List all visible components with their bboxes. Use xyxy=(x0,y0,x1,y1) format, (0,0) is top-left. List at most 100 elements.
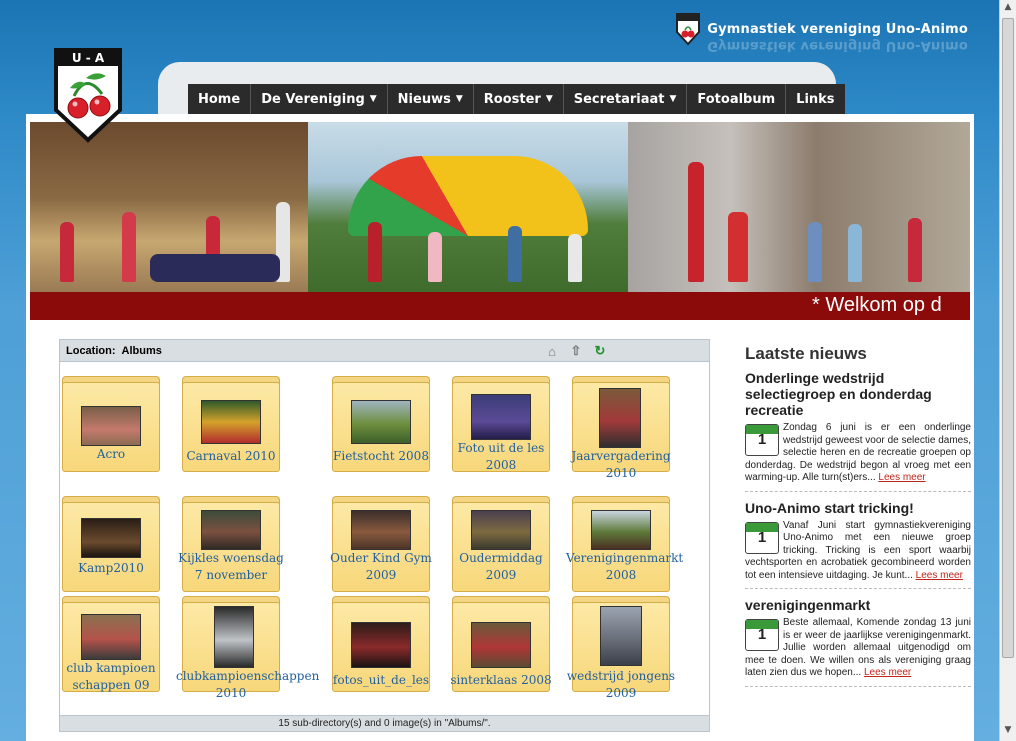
folder-club-kampioen-schappen-09[interactable]: club kampioen schappen 09 xyxy=(62,596,160,692)
folder-label: Acro xyxy=(96,447,126,461)
folder-jaarvergadering-2010[interactable]: Jaarvergadering 2010 xyxy=(571,376,671,480)
folder-wedstrijd-jongens-2009[interactable]: wedstrijd jongens 2009 xyxy=(567,596,675,700)
folder-clubkampioenschappen-2010[interactable]: clubkampioenschappen 2010 xyxy=(176,596,319,700)
folder-label: sinterklaas 2008 xyxy=(450,673,552,687)
folder-thumbnail xyxy=(351,622,411,668)
nav-rooster[interactable]: Rooster ▼ xyxy=(474,84,564,114)
read-more-link[interactable]: Lees meer xyxy=(864,667,911,678)
banner-photo-acro xyxy=(628,122,970,292)
folder-sinterklaas-2008[interactable]: sinterklaas 2008 xyxy=(450,596,552,692)
folder-label: Carnaval 2010 xyxy=(186,449,276,463)
folder-thumbnail xyxy=(351,400,411,444)
folder-verenigingenmarkt-2008[interactable]: Verenigingenmarkt 2008 xyxy=(566,496,683,592)
chevron-down-icon: ▼ xyxy=(369,94,377,104)
news-heading: Laatste nieuws xyxy=(745,344,867,363)
folder-thumbnail xyxy=(471,394,531,440)
folder-label: wedstrijd jongens 2009 xyxy=(566,669,676,700)
folder-thumbnail xyxy=(600,606,642,666)
location-bar: Location: Albums ⌂ ⇧ ↻ xyxy=(60,340,709,362)
folder-fotos-uit-de-les[interactable]: fotos_uit_de_les xyxy=(332,596,430,692)
folder-thumbnail xyxy=(214,606,254,668)
folder-kijkles-woensdag[interactable]: Kijkles woensdag 7 november xyxy=(178,496,284,592)
folder-thumbnail xyxy=(591,510,651,550)
folder-fietstocht-2008[interactable]: Fietstocht 2008 xyxy=(332,376,430,472)
folder-label: Foto uit de les 2008 xyxy=(457,441,545,472)
scroll-up-icon[interactable]: ▲ xyxy=(1002,2,1014,16)
nav-links[interactable]: Links xyxy=(786,84,844,114)
location-value: Albums xyxy=(121,344,162,357)
site-title: Gymnastiek vereniging Uno-Animo xyxy=(707,21,968,37)
folder-ouder-kind-gym-2009[interactable]: Ouder Kind Gym 2009 xyxy=(330,496,432,592)
main-nav: Home De Vereniging ▼ Nieuws ▼ Rooster ▼ Sec… xyxy=(188,84,845,114)
folder-foto-uit-de-les-2008[interactable]: Foto uit de les 2008 xyxy=(452,376,550,472)
folder-label: Verenigingenmarkt 2008 xyxy=(566,551,684,582)
news-item: verenigingenmarkt 1 Beste allemaal, Kome… xyxy=(745,597,971,687)
chevron-down-icon: ▼ xyxy=(669,94,677,104)
nav-fotoalbum-label: Fotoalbum xyxy=(697,91,776,107)
folder-kamp2010[interactable]: Kamp2010 xyxy=(62,496,160,592)
nav-nieuws-label: Nieuws xyxy=(397,91,451,107)
folder-thumbnail xyxy=(201,400,261,444)
folder-thumbnail xyxy=(599,388,641,448)
folder-label: Kamp2010 xyxy=(78,561,144,575)
nav-fotoalbum[interactable]: Fotoalbum xyxy=(687,84,787,114)
home-icon[interactable]: ⌂ xyxy=(544,343,560,359)
nav-secretariaat[interactable]: Secretariaat ▼ xyxy=(564,84,688,114)
nav-nieuws[interactable]: Nieuws ▼ xyxy=(388,84,474,114)
news-title[interactable]: Uno-Animo start tricking! xyxy=(745,500,971,516)
folder-thumbnail xyxy=(81,518,141,558)
news-ticker: * Welkom op d xyxy=(30,292,970,320)
read-more-link[interactable]: Lees meer xyxy=(878,472,925,483)
folder-thumbnail xyxy=(471,622,531,668)
news-title[interactable]: Onderlinge wedstrijd selectiegroep en do… xyxy=(745,370,971,418)
nav-home[interactable]: Home xyxy=(188,84,252,114)
folder-thumbnail xyxy=(471,510,531,550)
club-shield-icon xyxy=(676,13,701,46)
scroll-thumb[interactable] xyxy=(1002,18,1014,658)
banner-photo-gym xyxy=(30,122,308,292)
logo-text: U - A xyxy=(72,51,105,65)
up-folder-icon[interactable]: ⇧ xyxy=(568,343,584,359)
photo-gallery: Location: Albums ⌂ ⇧ ↻ Acro Carnaval 201… xyxy=(59,339,710,732)
refresh-icon[interactable]: ↻ xyxy=(592,343,608,359)
calendar-icon: 1 xyxy=(745,521,779,554)
ticker-text: * Welkom op d xyxy=(812,294,942,316)
chevron-down-icon: ▼ xyxy=(455,94,463,104)
nav-de-vereniging[interactable]: De Vereniging ▼ xyxy=(251,84,388,114)
nav-links-label: Links xyxy=(796,91,835,107)
chevron-down-icon: ▼ xyxy=(545,94,553,104)
folder-thumbnail xyxy=(81,614,141,660)
nav-de-vereniging-label: De Vereniging xyxy=(261,91,365,107)
page-scrollbar[interactable]: ▲ ▼ xyxy=(999,0,1016,741)
calendar-icon: 1 xyxy=(745,619,779,651)
nav-secretariaat-label: Secretariaat xyxy=(573,91,665,107)
folder-label: Jaarvergadering 2010 xyxy=(571,449,671,480)
location-label: Location: xyxy=(66,344,116,357)
folder-label: Ouder Kind Gym 2009 xyxy=(330,551,432,582)
folder-thumbnail xyxy=(201,510,261,550)
nav-home-label: Home xyxy=(198,91,241,107)
news-title[interactable]: verenigingenmarkt xyxy=(745,597,971,613)
folder-acro[interactable]: Acro xyxy=(62,376,160,472)
site-title-reflection: Gymnastiek vereniging Uno-Animo xyxy=(707,37,968,53)
site-brand: Gymnastiek vereniging Uno-Animo Gymnasti… xyxy=(675,12,968,53)
folder-thumbnail xyxy=(81,406,141,446)
folder-oudermiddag-2009[interactable]: Oudermiddag 2009 xyxy=(452,496,550,592)
header-banner xyxy=(30,122,970,292)
folder-grid: Acro Carnaval 2010 Fietstocht 2008 Foto … xyxy=(60,376,709,718)
read-more-link[interactable]: Lees meer xyxy=(916,570,963,581)
scroll-down-icon[interactable]: ▼ xyxy=(1002,725,1014,739)
folder-label: Kijkles woensdag 7 november xyxy=(178,551,284,582)
folder-label: club kampioen schappen 09 xyxy=(66,661,156,692)
calendar-icon: 1 xyxy=(745,424,779,456)
nav-rooster-label: Rooster xyxy=(483,91,541,107)
folder-carnaval-2010[interactable]: Carnaval 2010 xyxy=(182,376,280,472)
news-item: Onderlinge wedstrijd selectiegroep en do… xyxy=(745,370,971,492)
folder-label: clubkampioenschappen 2010 xyxy=(176,669,320,700)
folder-label: Fietstocht 2008 xyxy=(333,449,429,463)
news-item: Uno-Animo start tricking! 1 Vanaf Juni s… xyxy=(745,500,971,589)
folder-label: Oudermiddag 2009 xyxy=(459,551,543,582)
content-area: * Welkom op d Location: Albums ⌂ ⇧ ↻ Acr… xyxy=(26,114,974,741)
club-logo[interactable]: U - A xyxy=(52,48,124,144)
folder-thumbnail xyxy=(351,510,411,550)
